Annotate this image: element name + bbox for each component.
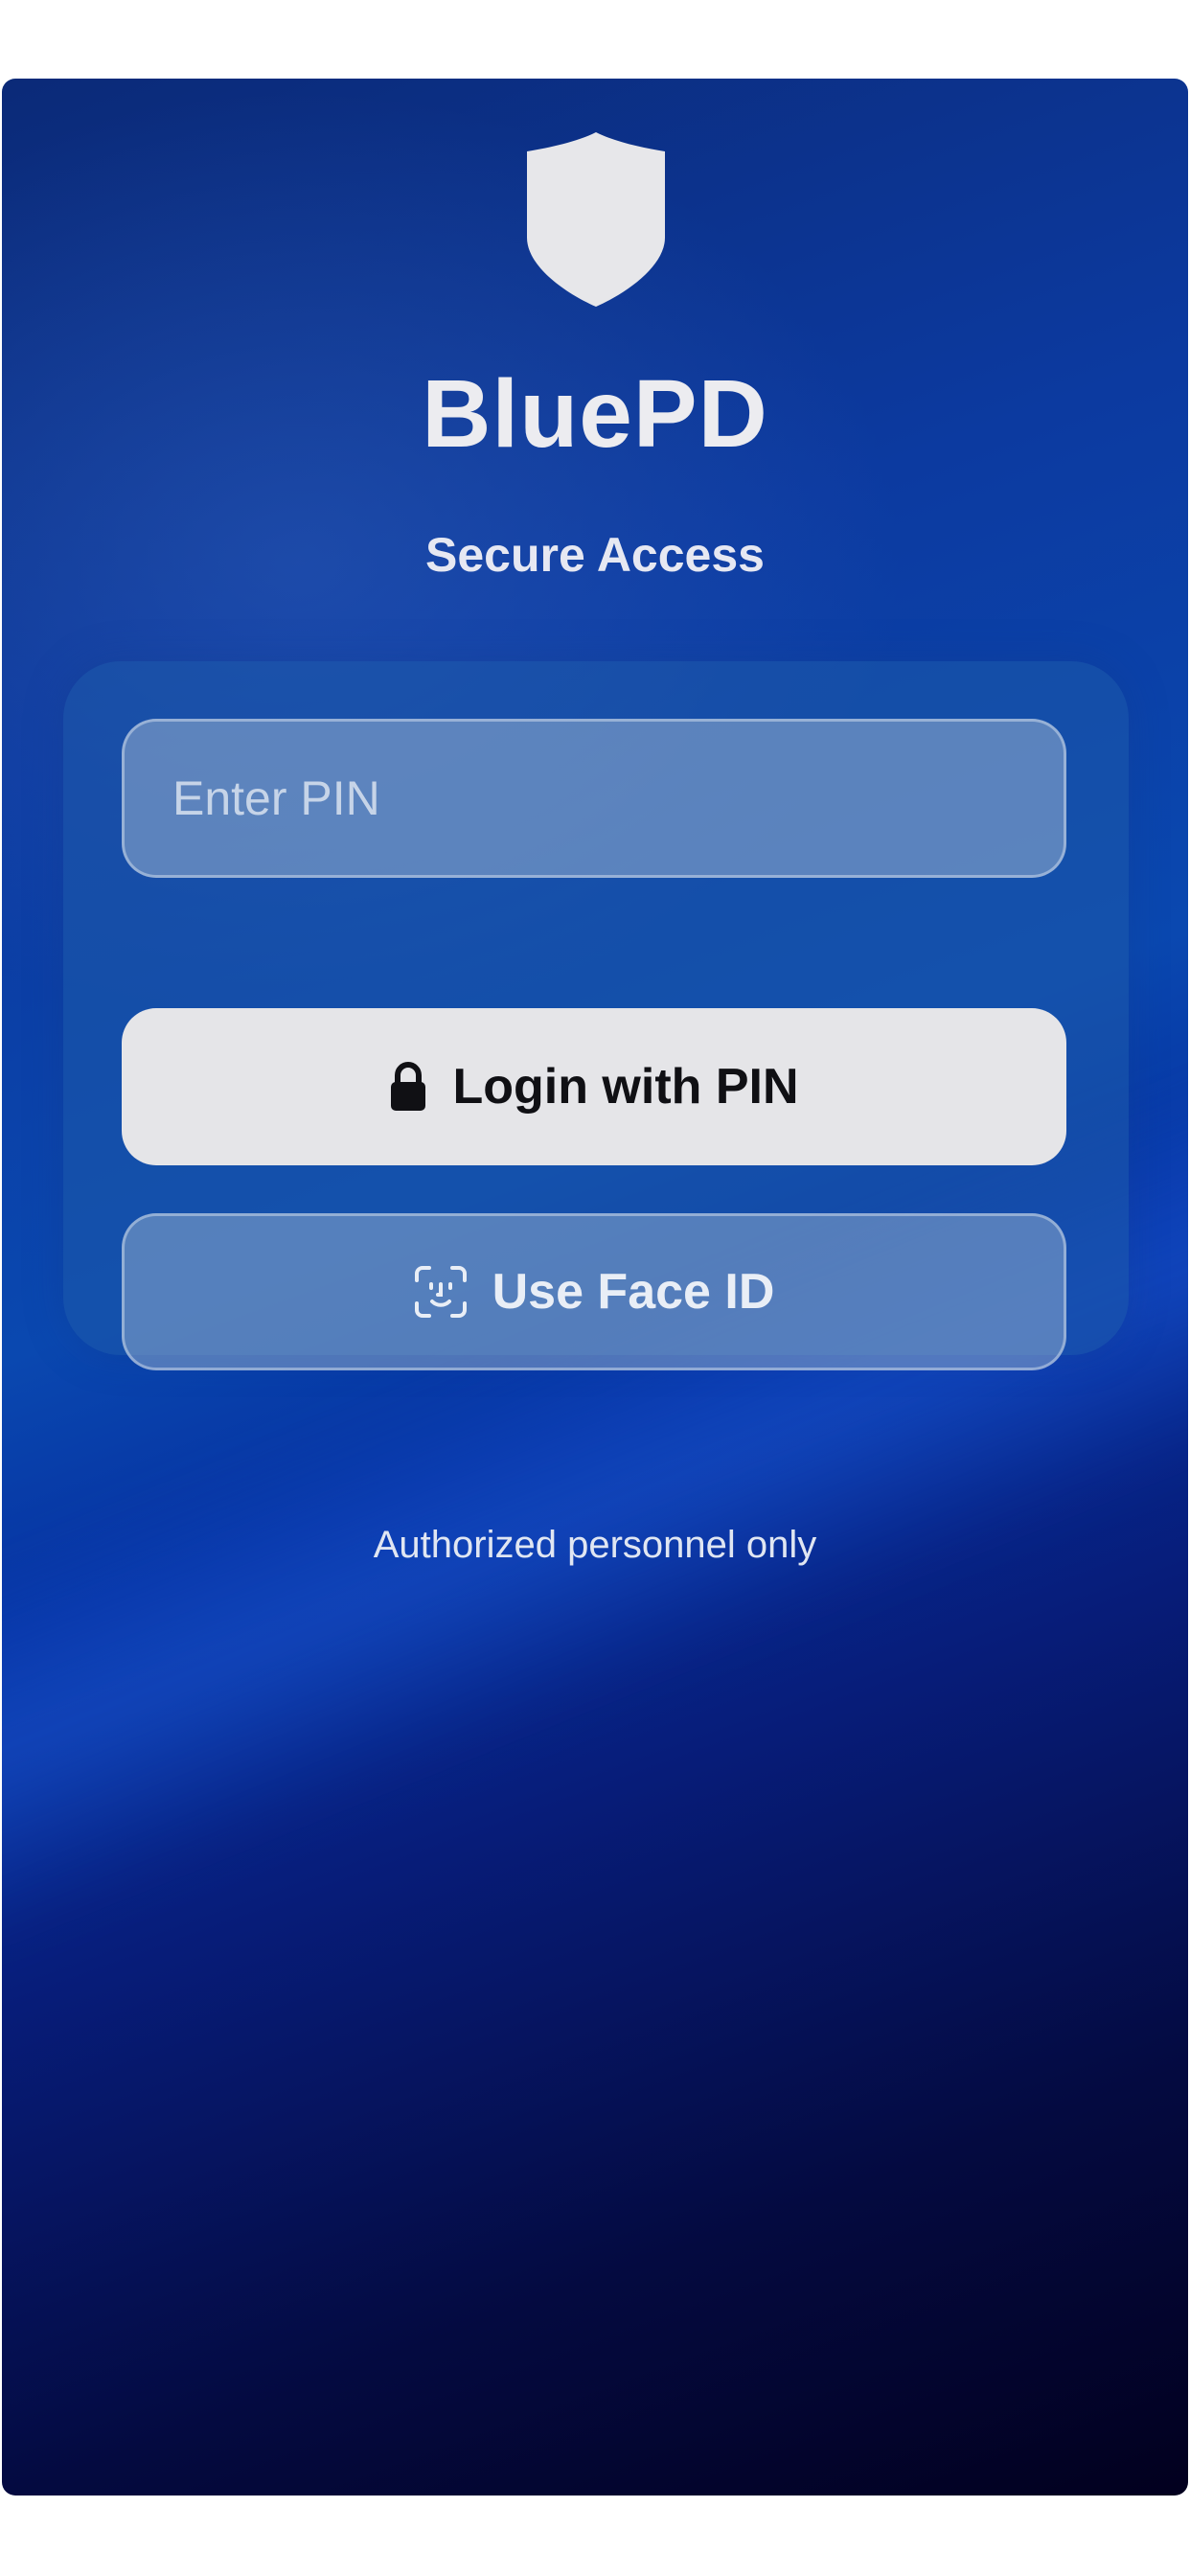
- login-with-pin-button[interactable]: Login with PIN: [122, 1008, 1066, 1165]
- shield-icon: [527, 132, 665, 307]
- app-subtitle: Secure Access: [425, 528, 765, 582]
- login-card: Login with PIN Use Face ID: [63, 661, 1129, 1370]
- login-with-pin-label: Login with PIN: [452, 1059, 799, 1115]
- use-face-id-label: Use Face ID: [492, 1264, 775, 1320]
- app-title: BluePD: [422, 360, 768, 468]
- login-screen: BluePD Secure Access Login with PIN Use …: [2, 79, 1188, 2496]
- use-face-id-button[interactable]: Use Face ID: [122, 1213, 1066, 1370]
- pin-input[interactable]: [122, 719, 1066, 878]
- lock-icon: [389, 1061, 427, 1113]
- face-id-icon: [414, 1265, 468, 1319]
- authorized-note: Authorized personnel only: [373, 1524, 817, 1566]
